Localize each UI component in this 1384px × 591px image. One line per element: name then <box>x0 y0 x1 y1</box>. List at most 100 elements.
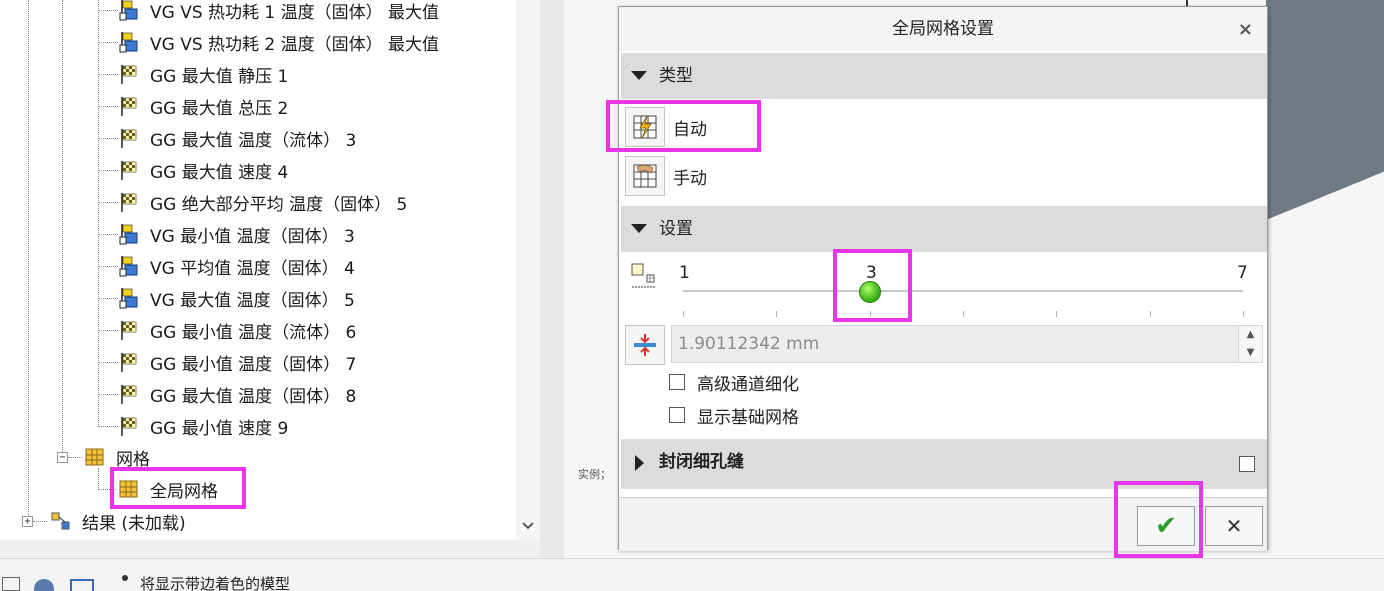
type-section-header[interactable]: 类型 <box>621 53 1267 99</box>
tree-scrollbar[interactable] <box>516 0 540 540</box>
settings-section-header[interactable]: 设置 <box>621 206 1267 252</box>
dialog-title: 全局网格设置 <box>619 7 1267 51</box>
tree-item-label: VG 平均值 温度（固体） 4 <box>150 258 355 279</box>
section-title: 设置 <box>659 219 693 239</box>
checkered-flag-icon <box>118 95 140 117</box>
slider-tick <box>1149 311 1151 317</box>
tree-item-result-goal[interactable]: GG 最小值 速度 9 <box>118 412 288 440</box>
status-window-icon[interactable] <box>70 579 94 591</box>
slider-tick <box>683 311 684 317</box>
tree-connector <box>33 521 47 522</box>
status-message: 将显示带边着色的模型 <box>140 575 291 591</box>
checkered-flag-icon <box>118 63 140 85</box>
tree-item-label: VG 最小值 温度（固体） 3 <box>150 226 355 247</box>
scroll-down-icon[interactable] <box>516 512 540 540</box>
global-mesh-settings-dialog: 全局网格设置 × 类型 自动 手动 设置 1 3 7 1.90112342 mm… <box>618 6 1268 551</box>
tree-connector <box>98 170 118 171</box>
show-basic-mesh-checkbox[interactable] <box>669 407 685 423</box>
tree-item-label: VG VS 热功耗 2 温度（固体） 最大值 <box>150 34 440 55</box>
manual-mesh-icon <box>625 156 665 196</box>
tree-item-label: VG 最大值 温度（固体） 5 <box>150 290 355 311</box>
tree-item-result-goal[interactable]: GG 最小值 温度（固体） 7 <box>118 348 356 376</box>
mesh-icon <box>84 446 106 468</box>
checkbox-label: 显示基础网格 <box>697 407 799 428</box>
tree-item-label: GG 最小值 温度（流体） 6 <box>150 322 357 343</box>
results-icon <box>50 510 72 532</box>
checkered-flag-icon <box>118 191 140 213</box>
cancel-button[interactable]: ✕ <box>1205 506 1263 546</box>
advanced-channel-refinement-checkbox[interactable] <box>669 374 685 390</box>
tree-item-result-goal[interactable]: VG 平均值 温度（固体） 4 <box>118 252 355 280</box>
tree-connector <box>98 362 118 363</box>
tree-item-label: GG 最小值 速度 9 <box>150 418 289 439</box>
checkbox-label: 高级通道细化 <box>697 374 799 395</box>
close-icon[interactable]: × <box>1238 19 1253 40</box>
slider-tick <box>963 311 964 317</box>
status-bullet-icon <box>122 575 128 581</box>
checkered-flag-icon <box>118 415 140 437</box>
tree-item-label: GG 最大值 温度（流体） 3 <box>150 130 357 151</box>
checkered-flag-icon <box>118 127 140 149</box>
panel-splitter[interactable] <box>540 0 564 558</box>
advanced-channel-refinement-row[interactable]: 高级通道细化 <box>669 371 799 395</box>
tree-connector <box>98 234 118 235</box>
close-gaps-checkbox[interactable] <box>1239 456 1255 472</box>
tree-item-result-goal[interactable]: GG 最大值 温度（固体） 8 <box>118 380 356 408</box>
tree-item-result-goal[interactable]: GG 最小值 温度（流体） 6 <box>118 316 356 344</box>
vg-result-icon <box>118 0 140 21</box>
mesh-level-icon <box>631 263 657 294</box>
tree-item-label: GG 绝大部分平均 温度（固体） 5 <box>150 194 408 215</box>
expand-triangle-icon <box>635 455 644 471</box>
option-label: 手动 <box>673 168 707 189</box>
tree-item-result-goal[interactable]: GG 最大值 静压 1 <box>118 60 288 88</box>
collapse-triangle-icon <box>631 224 647 233</box>
checkered-flag-icon <box>118 383 140 405</box>
tree-item-label: GG 最大值 温度（固体） 8 <box>150 386 357 407</box>
tree-item-result-goal[interactable]: VG 最小值 温度（固体） 3 <box>118 220 355 248</box>
tree-item-result-goal[interactable]: VG VS 热功耗 2 温度（固体） 最大值 <box>118 28 439 56</box>
tree-connector <box>98 426 118 427</box>
tree-item-result-goal[interactable]: GG 最大值 温度（流体） 3 <box>118 124 356 152</box>
viewport-legend-text: 实例； <box>578 468 611 481</box>
tree-item-label: 结果 (未加载) <box>82 513 186 534</box>
cancel-x-icon: ✕ <box>1225 514 1243 538</box>
tree-item-label: VG VS 热功耗 1 温度（固体） 最大值 <box>150 2 440 23</box>
min-size-icon[interactable] <box>625 325 665 365</box>
tree-item-result-goal[interactable]: GG 最大值 总压 2 <box>118 92 288 120</box>
show-basic-mesh-row[interactable]: 显示基础网格 <box>669 404 799 428</box>
tree-connector <box>98 74 118 75</box>
vg-result-icon <box>118 31 140 53</box>
slider-min-label: 1 <box>679 263 690 283</box>
status-selection-icon[interactable] <box>2 577 20 591</box>
tree-connector <box>98 106 118 107</box>
highlight-auto-option <box>606 100 761 152</box>
tree-connector <box>62 0 63 458</box>
tree-connector <box>98 298 118 299</box>
tree-item-result-goal[interactable]: GG 绝大部分平均 温度（固体） 5 <box>118 188 407 216</box>
status-bar: 将显示带边着色的模型 <box>0 558 1384 591</box>
slider-tick <box>1243 311 1244 317</box>
tree-connector <box>28 0 29 522</box>
tree-item-results[interactable]: 结果 (未加载) <box>50 507 186 535</box>
tree-connector <box>98 138 118 139</box>
tree-item-label: 网格 <box>116 449 150 470</box>
vg-result-icon <box>118 287 140 309</box>
mesh-level-slider[interactable] <box>683 290 1243 292</box>
checkered-flag-icon <box>118 159 140 181</box>
min-size-value: 1.90112342 mm <box>678 334 820 354</box>
status-globe-icon[interactable] <box>34 579 54 591</box>
tree-item-result-goal[interactable]: VG 最大值 温度（固体） 5 <box>118 284 355 312</box>
tree-item-result-goal[interactable]: GG 最大值 速度 4 <box>118 156 288 184</box>
minimum-size-field[interactable]: 1.90112342 mm ▲ ▼ <box>671 325 1263 363</box>
spin-down-icon[interactable]: ▼ <box>1238 344 1262 362</box>
highlight-slider-value <box>833 249 912 322</box>
tree-item-result-goal[interactable]: VG VS 热功耗 1 温度（固体） 最大值 <box>118 0 439 24</box>
mesh-collapse-toggle[interactable]: − <box>57 452 68 463</box>
results-expand-toggle[interactable]: + <box>22 516 33 527</box>
tree-item-label: GG 最小值 温度（固体） 7 <box>150 354 357 375</box>
spin-up-icon[interactable]: ▲ <box>1238 326 1262 344</box>
tree-connector <box>68 457 82 458</box>
slider-tick <box>1056 311 1058 317</box>
type-option-manual[interactable]: 手动 <box>625 156 707 196</box>
tree-connector <box>98 330 118 331</box>
